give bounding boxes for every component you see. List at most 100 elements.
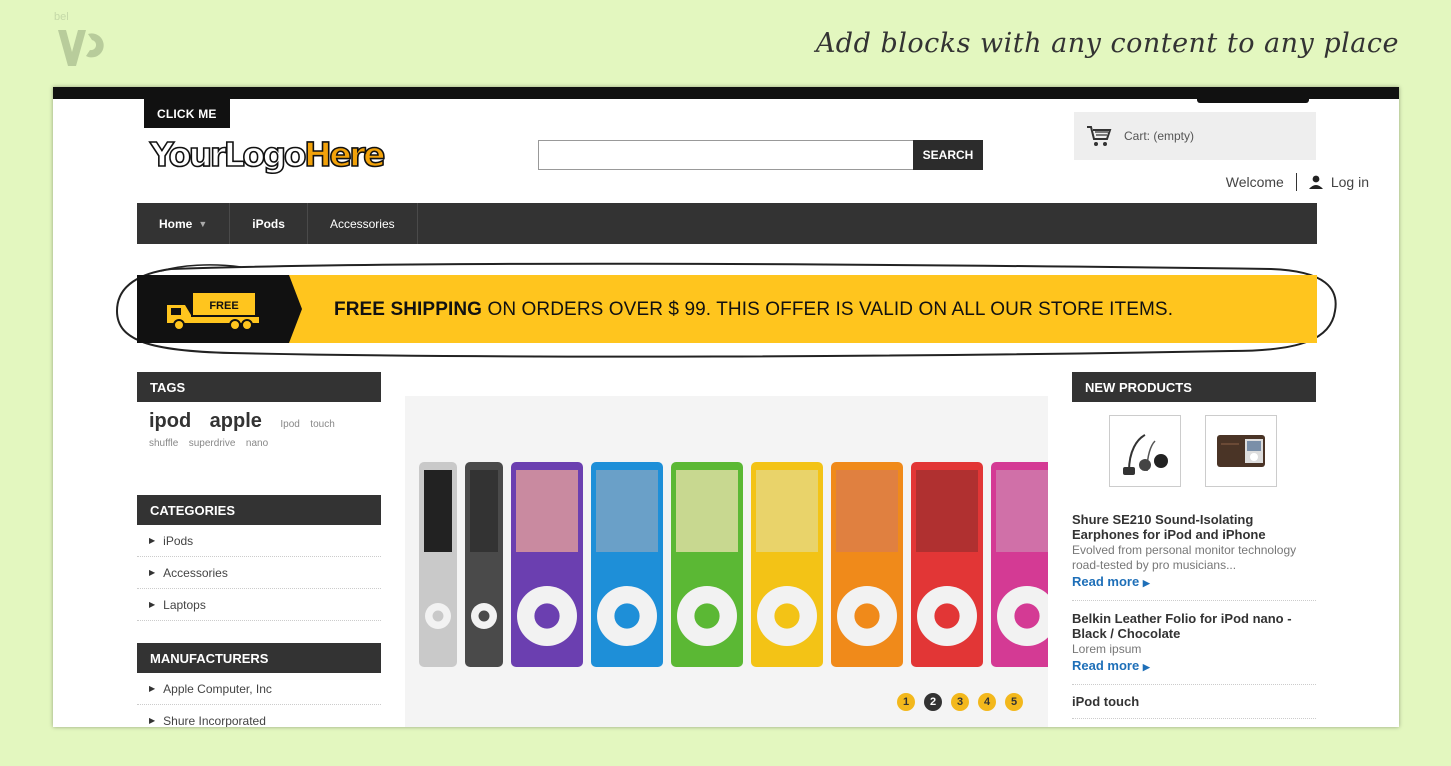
- brand-logo-icon: bel: [54, 11, 104, 66]
- logo-your-text: YourLogo: [149, 134, 307, 175]
- ipod-nano-device: [419, 462, 457, 667]
- user-icon: [1308, 175, 1323, 189]
- nav-item-home[interactable]: Home ▼: [137, 203, 231, 244]
- read-more-link[interactable]: Read more ▶: [1072, 658, 1150, 673]
- tag-link[interactable]: apple: [210, 410, 262, 433]
- click-me-badge[interactable]: CLICK ME: [144, 97, 230, 128]
- manufacturers-title: MANUFACTURERS: [137, 643, 381, 673]
- free-shipping-banner[interactable]: FREE FREE SHIPPING ON ORDERS OVER $ 99. …: [137, 275, 1317, 343]
- category-label: Accessories: [163, 565, 228, 580]
- category-label: iPods: [163, 533, 194, 548]
- ipod-nano-device: [991, 462, 1048, 667]
- product-thumbnail[interactable]: [1205, 415, 1277, 487]
- nav-item-label: iPods: [252, 216, 285, 231]
- ipod-nano-device: [831, 462, 903, 667]
- manufacturer-item-shure[interactable]: ▶ Shure Incorporated: [137, 705, 381, 728]
- manufacturer-label: Shure Incorporated: [163, 713, 266, 728]
- cart-box[interactable]: Cart: (empty): [1074, 112, 1316, 160]
- category-item-accessories[interactable]: ▶ Accessories: [137, 557, 381, 589]
- ipod-nano-device: [511, 462, 583, 667]
- store-logo[interactable]: CLICK ME YourLogoHere: [144, 97, 386, 175]
- product-description: Evolved from personal monitor technology…: [1072, 543, 1297, 572]
- caret-right-icon: ▶: [149, 568, 156, 577]
- right-column: NEW PRODUCTS Shure SE210 Sound-Isolating…: [1072, 372, 1316, 719]
- tag-link[interactable]: shuffle: [149, 438, 178, 449]
- product-thumbnail[interactable]: [1109, 415, 1181, 487]
- ipod-nano-lineup-image: [419, 462, 1048, 667]
- slider-dot[interactable]: 5: [1005, 693, 1023, 711]
- truck-panel: FREE: [137, 275, 302, 343]
- ipod-nano-device: [591, 462, 663, 667]
- tags-title: TAGS: [137, 372, 381, 402]
- logo-wordmark[interactable]: YourLogoHere: [149, 134, 386, 175]
- category-item-ipods[interactable]: ▶ iPods: [137, 525, 381, 557]
- caret-right-icon: ▶: [1142, 578, 1150, 588]
- slider-dot[interactable]: 3: [951, 693, 969, 711]
- banner-bold-text: FREE SHIPPING: [334, 299, 483, 320]
- login-link[interactable]: Log in: [1331, 174, 1369, 190]
- search-button[interactable]: SEARCH: [913, 140, 983, 170]
- top-bar-tab[interactable]: [1197, 87, 1309, 103]
- manufacturer-item-apple[interactable]: ▶ Apple Computer, Inc: [137, 673, 381, 705]
- nav-item-label: Home: [159, 216, 193, 231]
- slider-dot-active[interactable]: 2: [924, 693, 942, 711]
- read-more-label: Read more: [1072, 658, 1140, 673]
- product-item: Belkin Leather Folio for iPod nano - Bla…: [1072, 601, 1316, 685]
- account-row: Welcome Log in: [1226, 173, 1369, 191]
- product-title[interactable]: Shure SE210 Sound-Isolating Earphones fo…: [1072, 512, 1316, 542]
- caret-right-icon: ▶: [1142, 662, 1150, 672]
- store-page: CLICK ME YourLogoHere SEARCH Cart: (empt…: [53, 87, 1399, 727]
- truck-free-label: FREE: [209, 300, 238, 312]
- product-title[interactable]: Belkin Leather Folio for iPod nano - Bla…: [1072, 611, 1316, 641]
- product-thumbnails: [1072, 402, 1316, 502]
- tag-link[interactable]: touch: [310, 419, 334, 430]
- earphones-icon: [1123, 434, 1168, 475]
- slider-dot[interactable]: 4: [978, 693, 996, 711]
- nav-item-accessories[interactable]: Accessories: [308, 203, 418, 244]
- category-item-laptops[interactable]: ▶ Laptops: [137, 589, 381, 621]
- ipod-nano-device: [465, 462, 503, 667]
- caret-right-icon: ▶: [149, 716, 156, 725]
- product-item: iPod touch: [1072, 685, 1316, 719]
- logo-here-text: Here: [303, 134, 386, 175]
- banner-rest-text: ON ORDERS OVER $ 99. THIS OFFER IS VALID…: [482, 299, 1174, 320]
- image-slider[interactable]: 1 2 3 4 5: [405, 396, 1048, 727]
- truck-icon: FREE: [167, 293, 259, 331]
- caret-right-icon: ▶: [149, 600, 156, 609]
- tag-cloud: ipod apple Ipod touch shuffle superdrive…: [137, 402, 381, 495]
- ipod-nano-device: [911, 462, 983, 667]
- read-more-link[interactable]: Read more ▶: [1072, 574, 1150, 589]
- ipod-nano-device: [671, 462, 743, 667]
- read-more-label: Read more: [1072, 574, 1140, 589]
- cart-label: Cart: (empty): [1124, 129, 1195, 143]
- manufacturer-label: Apple Computer, Inc: [163, 681, 272, 696]
- product-title[interactable]: iPod touch: [1072, 694, 1316, 709]
- nav-item-ipods[interactable]: iPods: [230, 203, 308, 244]
- welcome-text: Welcome: [1225, 174, 1284, 190]
- divider: [1295, 173, 1297, 191]
- brand-mark-text: bel: [54, 11, 69, 23]
- main-nav: Home ▼ iPods Accessories: [137, 203, 1317, 244]
- ipod-nano-device: [751, 462, 823, 667]
- categories-title: CATEGORIES: [137, 495, 381, 525]
- slider-pagination: 1 2 3 4 5: [897, 693, 1023, 711]
- tag-link[interactable]: Ipod: [280, 419, 299, 430]
- caret-right-icon: ▶: [149, 684, 156, 693]
- nav-item-label: Accessories: [329, 216, 395, 231]
- search-input[interactable]: [538, 140, 914, 170]
- leather-folio-icon: [1217, 435, 1265, 467]
- slider-dot[interactable]: 1: [897, 693, 915, 711]
- category-label: Laptops: [163, 597, 206, 612]
- caret-right-icon: ▶: [149, 536, 156, 545]
- tag-link[interactable]: ipod: [149, 410, 191, 433]
- banner-message: FREE SHIPPING ON ORDERS OVER $ 99. THIS …: [334, 299, 1173, 321]
- left-column: TAGS ipod apple Ipod touch shuffle super…: [137, 372, 381, 727]
- new-products-title: NEW PRODUCTS: [1072, 372, 1316, 402]
- product-item: Shure SE210 Sound-Isolating Earphones fo…: [1072, 502, 1316, 601]
- product-description: Lorem ipsum: [1072, 642, 1142, 656]
- tag-link[interactable]: superdrive: [189, 438, 236, 449]
- chevron-down-icon: ▼: [198, 218, 208, 229]
- slide-headline: Add blocks with any content to any place: [815, 28, 1399, 59]
- cart-icon: [1087, 126, 1112, 146]
- tag-link[interactable]: nano: [246, 438, 268, 449]
